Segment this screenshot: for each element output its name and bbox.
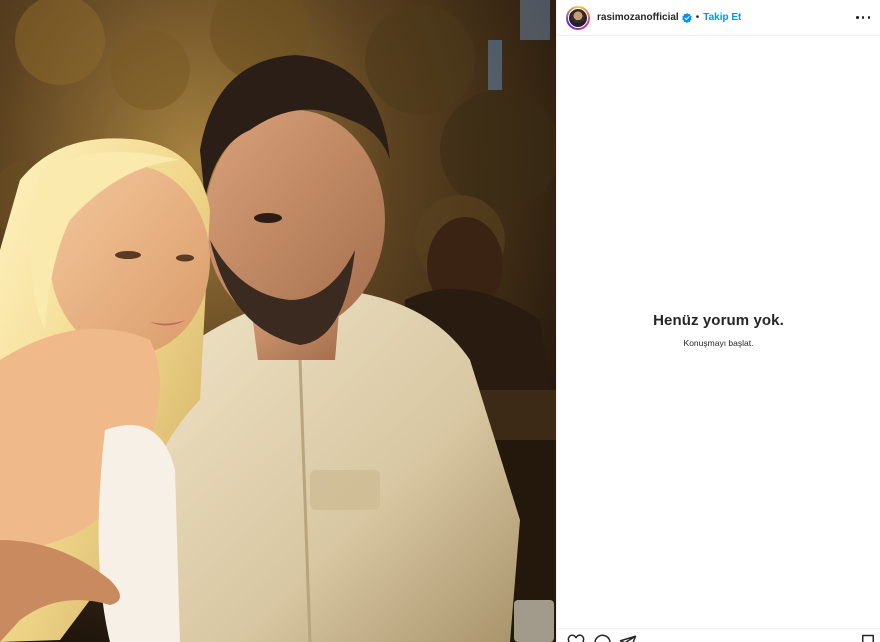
comments-panel: rasimozanofficial • Takip Et Henüz yorum…	[556, 0, 880, 642]
instagram-post-modal: rasimozanofficial • Takip Et Henüz yorum…	[0, 0, 880, 642]
post-actions-bar	[557, 628, 880, 642]
avatar[interactable]	[566, 5, 590, 30]
empty-comments-title: Henüz yorum yok.	[653, 312, 784, 329]
empty-comments-subtitle: Konuşmayı başlat.	[683, 338, 754, 348]
more-dot	[861, 16, 865, 19]
post-photo[interactable]	[0, 0, 556, 642]
comment-icon[interactable]	[593, 634, 611, 642]
bookmark-icon[interactable]	[859, 634, 877, 642]
verified-badge-icon	[681, 12, 692, 23]
avatar-image	[568, 7, 588, 28]
separator-dot: •	[695, 12, 700, 23]
more-dot	[856, 16, 859, 19]
more-options-icon[interactable]	[856, 11, 870, 25]
heart-icon[interactable]	[567, 634, 585, 642]
more-dot	[867, 16, 870, 19]
username-link[interactable]: rasimozanofficial	[597, 12, 679, 23]
share-icon[interactable]	[619, 634, 637, 642]
follow-button[interactable]: Takip Et	[703, 12, 741, 23]
post-image	[0, 0, 556, 642]
empty-comments-state: Henüz yorum yok. Konuşmayı başlat.	[557, 312, 880, 348]
post-header: rasimozanofficial • Takip Et	[557, 0, 880, 36]
